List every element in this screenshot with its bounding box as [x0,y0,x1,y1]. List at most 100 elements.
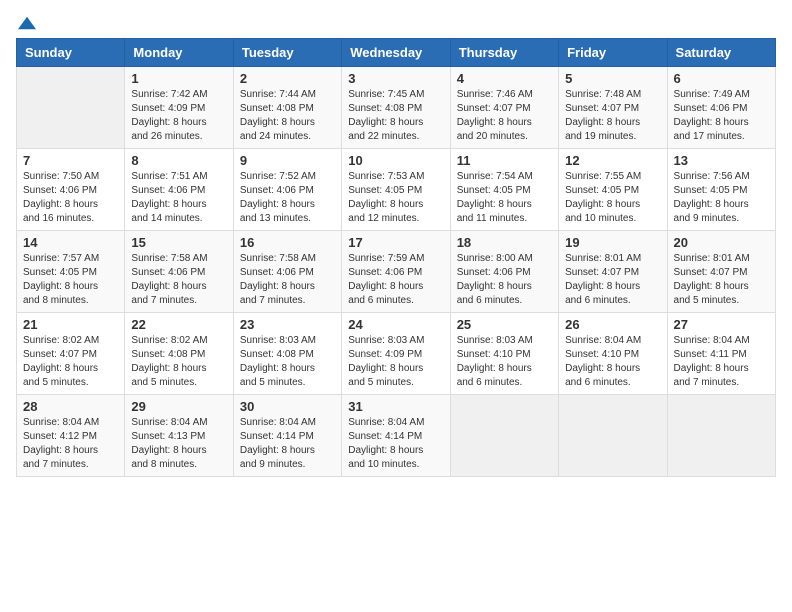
day-info: Sunrise: 7:51 AM Sunset: 4:06 PM Dayligh… [131,170,226,226]
calendar-cell [667,395,775,477]
day-number: 25 [457,317,552,332]
day-number: 16 [240,235,335,250]
calendar-cell: 27Sunrise: 8:04 AM Sunset: 4:11 PM Dayli… [667,313,775,395]
calendar-cell: 9 Sunrise: 7:52 AM Sunset: 4:06 PM Daylig… [233,149,341,231]
day-number: 15 [131,235,226,250]
day-info: Sunrise: 8:03 AM Sunset: 4:09 PM Dayligh… [348,334,443,390]
day-info: Sunrise: 7:58 AM Sunset: 4:06 PM Dayligh… [131,252,226,308]
day-info: Sunrise: 7:54 AM Sunset: 4:05 PM Dayligh… [457,170,552,226]
calendar-cell: 28Sunrise: 8:04 AM Sunset: 4:12 PM Dayli… [17,395,125,477]
day-number: 30 [240,399,335,414]
day-number: 7 [23,153,118,168]
day-number: 28 [23,399,118,414]
day-number: 9 [240,153,335,168]
day-of-week-header: Monday [125,39,233,67]
calendar-cell [17,67,125,149]
day-info: Sunrise: 7:49 AM Sunset: 4:06 PM Dayligh… [674,88,769,144]
calendar-header-row: SundayMondayTuesdayWednesdayThursdayFrid… [17,39,776,67]
day-info: Sunrise: 8:01 AM Sunset: 4:07 PM Dayligh… [565,252,660,308]
calendar-cell: 26 Sunrise: 8:04 AM Sunset: 4:10 PM Dayli… [559,313,667,395]
day-number: 19 [565,235,660,250]
day-number: 31 [348,399,443,414]
calendar-cell: 8 Sunrise: 7:51 AM Sunset: 4:06 PM Daylig… [125,149,233,231]
calendar-cell: 5Sunrise: 7:48 AM Sunset: 4:07 PM Daylig… [559,67,667,149]
day-info: Sunrise: 8:03 AM Sunset: 4:08 PM Dayligh… [240,334,335,390]
day-info: Sunrise: 7:44 AM Sunset: 4:08 PM Dayligh… [240,88,335,144]
calendar-cell: 1 Sunrise: 7:42 AM Sunset: 4:09 PM Daylig… [125,67,233,149]
calendar-cell: 12 Sunrise: 7:55 AM Sunset: 4:05 PM Dayli… [559,149,667,231]
calendar-cell: 19 Sunrise: 8:01 AM Sunset: 4:07 PM Dayli… [559,231,667,313]
day-info: Sunrise: 7:52 AM Sunset: 4:06 PM Dayligh… [240,170,335,226]
day-of-week-header: Saturday [667,39,775,67]
calendar-cell: 31 Sunrise: 8:04 AM Sunset: 4:14 PM Dayli… [342,395,450,477]
day-info: Sunrise: 7:53 AM Sunset: 4:05 PM Dayligh… [348,170,443,226]
calendar-cell: 23Sunrise: 8:03 AM Sunset: 4:08 PM Dayli… [233,313,341,395]
day-number: 11 [457,153,552,168]
calendar-cell: 15 Sunrise: 7:58 AM Sunset: 4:06 PM Dayli… [125,231,233,313]
calendar-week-row: 14Sunrise: 7:57 AM Sunset: 4:05 PM Dayli… [17,231,776,313]
calendar-cell [559,395,667,477]
day-of-week-header: Wednesday [342,39,450,67]
calendar-cell: 7 Sunrise: 7:50 AM Sunset: 4:06 PM Daylig… [17,149,125,231]
calendar-cell: 2 Sunrise: 7:44 AM Sunset: 4:08 PM Daylig… [233,67,341,149]
day-info: Sunrise: 7:46 AM Sunset: 4:07 PM Dayligh… [457,88,552,144]
day-number: 29 [131,399,226,414]
day-info: Sunrise: 8:03 AM Sunset: 4:10 PM Dayligh… [457,334,552,390]
calendar-cell: 11 Sunrise: 7:54 AM Sunset: 4:05 PM Dayli… [450,149,558,231]
day-number: 12 [565,153,660,168]
day-info: Sunrise: 7:50 AM Sunset: 4:06 PM Dayligh… [23,170,118,226]
calendar-week-row: 28Sunrise: 8:04 AM Sunset: 4:12 PM Dayli… [17,395,776,477]
calendar-cell: 18 Sunrise: 8:00 AM Sunset: 4:06 PM Dayli… [450,231,558,313]
calendar-cell: 10 Sunrise: 7:53 AM Sunset: 4:05 PM Dayli… [342,149,450,231]
day-number: 6 [674,71,769,86]
day-info: Sunrise: 7:59 AM Sunset: 4:06 PM Dayligh… [348,252,443,308]
calendar-cell: 13 Sunrise: 7:56 AM Sunset: 4:05 PM Dayli… [667,149,775,231]
calendar-cell: 22Sunrise: 8:02 AM Sunset: 4:08 PM Dayli… [125,313,233,395]
day-number: 4 [457,71,552,86]
day-number: 2 [240,71,335,86]
day-info: Sunrise: 8:04 AM Sunset: 4:13 PM Dayligh… [131,416,226,472]
day-info: Sunrise: 7:42 AM Sunset: 4:09 PM Dayligh… [131,88,226,144]
day-number: 10 [348,153,443,168]
logo-icon [18,16,36,30]
day-info: Sunrise: 7:55 AM Sunset: 4:05 PM Dayligh… [565,170,660,226]
logo [16,16,36,30]
calendar-cell: 4 Sunrise: 7:46 AM Sunset: 4:07 PM Daylig… [450,67,558,149]
calendar-cell: 17 Sunrise: 7:59 AM Sunset: 4:06 PM Dayli… [342,231,450,313]
day-info: Sunrise: 7:45 AM Sunset: 4:08 PM Dayligh… [348,88,443,144]
day-info: Sunrise: 7:56 AM Sunset: 4:05 PM Dayligh… [674,170,769,226]
day-info: Sunrise: 8:04 AM Sunset: 4:10 PM Dayligh… [565,334,660,390]
day-info: Sunrise: 7:48 AM Sunset: 4:07 PM Dayligh… [565,88,660,144]
calendar-week-row: 1 Sunrise: 7:42 AM Sunset: 4:09 PM Daylig… [17,67,776,149]
day-of-week-header: Sunday [17,39,125,67]
day-info: Sunrise: 8:04 AM Sunset: 4:14 PM Dayligh… [348,416,443,472]
day-info: Sunrise: 7:58 AM Sunset: 4:06 PM Dayligh… [240,252,335,308]
day-number: 26 [565,317,660,332]
day-info: Sunrise: 8:01 AM Sunset: 4:07 PM Dayligh… [674,252,769,308]
day-number: 21 [23,317,118,332]
day-number: 18 [457,235,552,250]
day-of-week-header: Thursday [450,39,558,67]
calendar-cell [450,395,558,477]
calendar-cell: 6 Sunrise: 7:49 AM Sunset: 4:06 PM Daylig… [667,67,775,149]
calendar-cell: 24Sunrise: 8:03 AM Sunset: 4:09 PM Dayli… [342,313,450,395]
day-number: 27 [674,317,769,332]
day-number: 13 [674,153,769,168]
day-number: 20 [674,235,769,250]
day-of-week-header: Friday [559,39,667,67]
day-info: Sunrise: 8:00 AM Sunset: 4:06 PM Dayligh… [457,252,552,308]
calendar-cell: 25 Sunrise: 8:03 AM Sunset: 4:10 PM Dayli… [450,313,558,395]
day-of-week-header: Tuesday [233,39,341,67]
day-number: 17 [348,235,443,250]
calendar-cell: 3Sunrise: 7:45 AM Sunset: 4:08 PM Daylig… [342,67,450,149]
calendar-week-row: 21Sunrise: 8:02 AM Sunset: 4:07 PM Dayli… [17,313,776,395]
page-header [16,16,776,30]
calendar-cell: 21Sunrise: 8:02 AM Sunset: 4:07 PM Dayli… [17,313,125,395]
day-number: 22 [131,317,226,332]
calendar-cell: 29 Sunrise: 8:04 AM Sunset: 4:13 PM Dayli… [125,395,233,477]
calendar-week-row: 7 Sunrise: 7:50 AM Sunset: 4:06 PM Daylig… [17,149,776,231]
day-number: 8 [131,153,226,168]
day-number: 14 [23,235,118,250]
calendar: SundayMondayTuesdayWednesdayThursdayFrid… [16,38,776,477]
day-number: 1 [131,71,226,86]
